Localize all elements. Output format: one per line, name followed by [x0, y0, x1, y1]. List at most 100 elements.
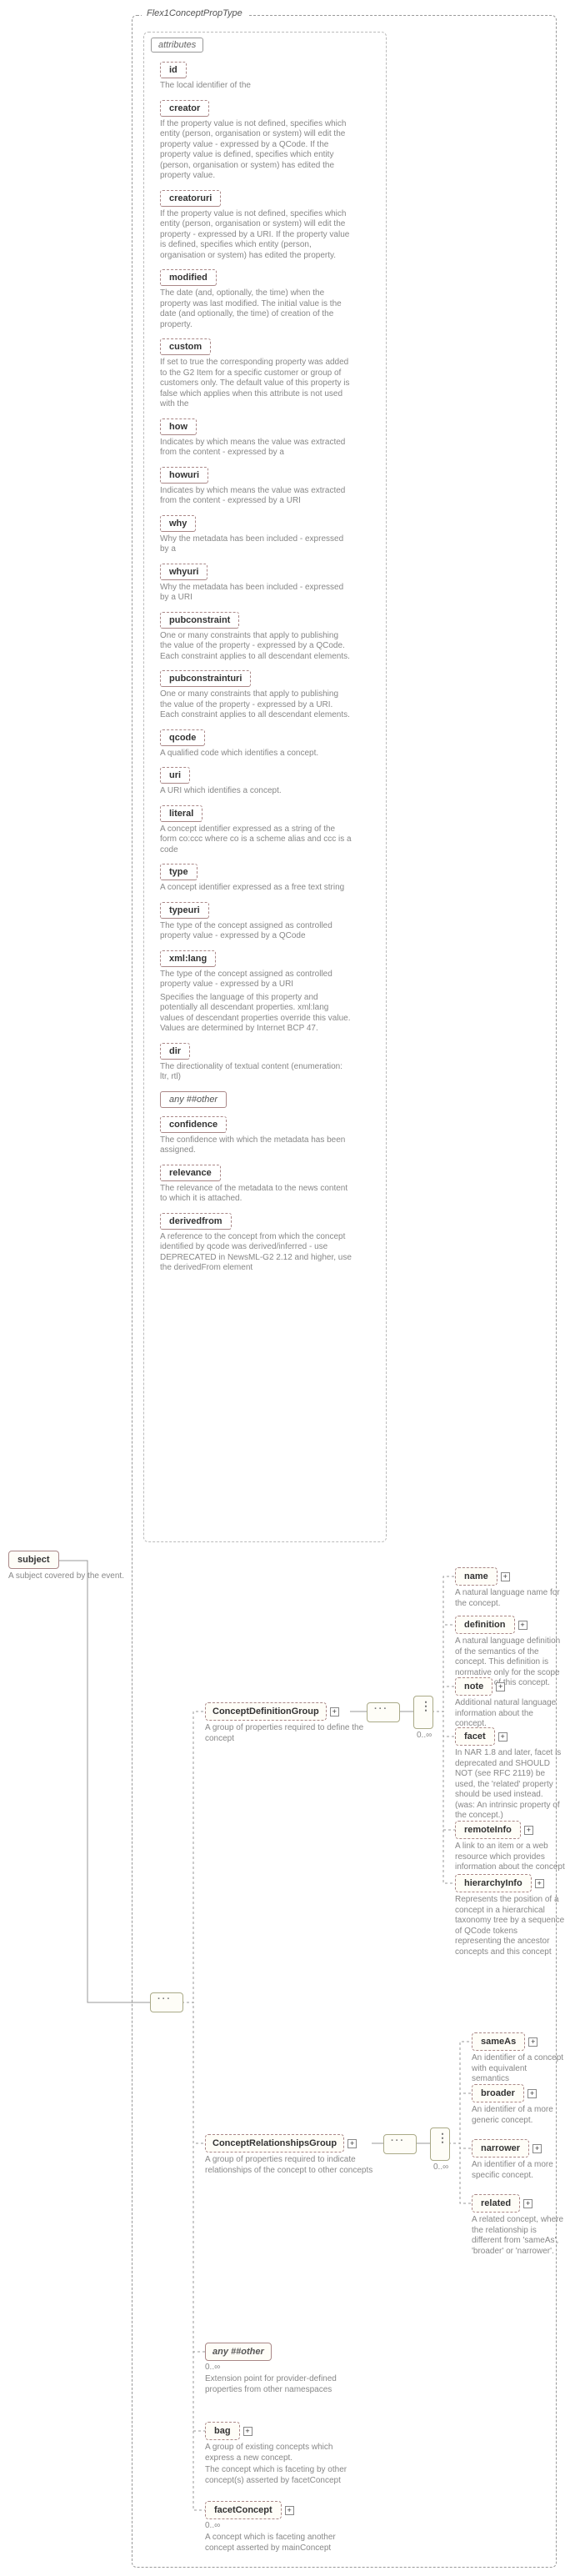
- attribute-desc: Why the metadata has been included - exp…: [160, 583, 352, 604]
- sequence-indicator: [367, 1702, 400, 1722]
- occurrence-range: 0..∞: [205, 2521, 363, 2530]
- sequence-indicator: [150, 1992, 183, 2012]
- choice-indicator: [413, 1696, 433, 1729]
- group-desc: A group of properties required to define…: [205, 1723, 380, 1744]
- expand-icon[interactable]: +: [498, 1732, 508, 1742]
- attributes-list: idThe local identifier of the creator If t…: [160, 62, 377, 1282]
- element-desc: Represents the position of a concept in …: [455, 1895, 565, 1957]
- attribute-desc: A qualified code which identifies a conc…: [160, 749, 352, 759]
- attribute-desc: A reference to the concept from which th…: [160, 1232, 352, 1274]
- attribute-name: dir: [160, 1043, 190, 1060]
- attribute-item: type A concept identifier expressed as a …: [160, 864, 377, 894]
- attribute-item: derivedfrom A reference to the concept fr…: [160, 1213, 377, 1274]
- attribute-desc: If the property value is not defined, sp…: [160, 209, 352, 262]
- child-element: related+A related concept, where the rel…: [472, 2194, 565, 2257]
- attribute-desc: The confidence with which the metadata h…: [160, 1135, 352, 1156]
- element-label: name: [455, 1567, 498, 1586]
- facet-concept-element: facetConcept+ 0..∞ A concept which is fa…: [205, 2501, 363, 2553]
- attribute-item: idThe local identifier of the: [160, 62, 377, 92]
- attribute-name: whyuri: [160, 564, 208, 580]
- element-label: definition: [455, 1616, 515, 1634]
- expand-icon[interactable]: +: [523, 2199, 532, 2208]
- element-desc: An identifier of a more generic concept.: [472, 2105, 565, 2126]
- child-element: name+A natural language name for the con…: [455, 1567, 565, 1609]
- attribute-desc: Indicates by which means the value was e…: [160, 486, 352, 507]
- element-desc: Additional natural language information …: [455, 1698, 565, 1730]
- attribute-item: whyuri Why the metadata has been included…: [160, 564, 377, 604]
- attribute-name: confidence: [160, 1116, 227, 1133]
- expand-icon[interactable]: +: [501, 1572, 510, 1581]
- attribute-desc: One or many constraints that apply to pu…: [160, 631, 352, 663]
- attribute-desc: If set to true the corresponding propert…: [160, 358, 352, 410]
- attribute-item: whyWhy the metadata has been included - …: [160, 515, 377, 555]
- type-title: Flex1ConceptPropType: [142, 8, 248, 18]
- attribute-name: type: [160, 864, 198, 880]
- child-element: narrower+An identifier of a more specifi…: [472, 2139, 565, 2181]
- attribute-item: pubconstrainturiOne or many constraints …: [160, 670, 377, 721]
- attribute-item: typeuri The type of the concept assigned …: [160, 902, 377, 942]
- element-label: facetConcept: [205, 2501, 282, 2519]
- expand-icon[interactable]: +: [496, 1682, 505, 1691]
- attribute-name: custom: [160, 338, 211, 355]
- element-label: hierarchyInfo: [455, 1874, 532, 1892]
- attribute-desc: A concept identifier expressed as a free…: [160, 883, 352, 894]
- occurrence-range: 0..∞: [417, 1731, 432, 1740]
- attribute-item: dirThe directionality of textual content…: [160, 1043, 377, 1083]
- attribute-desc: A URI which identifies a concept.: [160, 786, 352, 797]
- group-desc: A group of properties required to indica…: [205, 2155, 380, 2176]
- element-desc: An identifier of a concept with equivale…: [472, 2053, 565, 2085]
- element-desc: In NAR 1.8 and later, facet is deprecate…: [455, 1748, 565, 1822]
- element-desc: A group of existing concepts which expre…: [205, 2443, 363, 2463]
- any-other-element: any ##other 0..∞ Extension point for pro…: [205, 2343, 363, 2395]
- expand-icon[interactable]: +: [285, 2506, 294, 2515]
- attribute-name: literal: [160, 805, 202, 822]
- element-label: sameAs: [472, 2032, 525, 2051]
- attribute-desc: The type of the concept assigned as cont…: [160, 970, 352, 990]
- attribute-item: howuri Indicates by which means the value…: [160, 467, 377, 507]
- group-label: ConceptDefinitionGroup: [205, 1702, 327, 1721]
- wildcard-label: any ##other: [205, 2343, 272, 2361]
- expand-icon[interactable]: +: [528, 2089, 537, 2098]
- element-label: related: [472, 2194, 520, 2213]
- subject-desc: A subject covered by the event.: [8, 1571, 124, 1582]
- attribute-desc: The date (and, optionally, the time) whe…: [160, 288, 352, 330]
- element-label: facet: [455, 1727, 495, 1746]
- attribute-desc: The relevance of the metadata to the new…: [160, 1184, 352, 1205]
- child-element: facet+ In NAR 1.8 and later, facet is dep…: [455, 1727, 565, 1822]
- attribute-item: qcodeA qualified code which identifies a…: [160, 729, 377, 759]
- attribute-name: howuri: [160, 467, 208, 484]
- attribute-item: relevanceThe relevance of the metadata t…: [160, 1165, 377, 1205]
- occurrence-range: 0..∞: [433, 2163, 448, 2172]
- concept-definition-group: ConceptDefinitionGroup+ A group of prope…: [205, 1702, 380, 1744]
- expand-icon[interactable]: +: [518, 1621, 528, 1630]
- attribute-name: creator: [160, 100, 209, 117]
- element-desc: A link to an item or a web resource whic…: [455, 1842, 565, 1873]
- attribute-desc: Specifies the language of this property …: [160, 993, 352, 1035]
- attribute-name: typeuri: [160, 902, 209, 919]
- element-label: remoteInfo: [455, 1821, 521, 1839]
- attribute-desc: A concept identifier expressed as a stri…: [160, 824, 352, 856]
- attribute-desc: The type of the concept assigned as cont…: [160, 921, 352, 942]
- bag-element: bag+ A group of existing concepts which …: [205, 2422, 363, 2486]
- subject-element: subject: [8, 1551, 59, 1569]
- attribute-item: literal A concept identifier expressed as…: [160, 805, 377, 856]
- subject-node: subject A subject covered by the event.: [8, 1551, 124, 1582]
- expand-icon[interactable]: +: [524, 1826, 533, 1835]
- attribute-item: custom If set to true the corresponding p…: [160, 338, 377, 410]
- attribute-desc: If the property value is not defined, sp…: [160, 119, 352, 182]
- expand-icon[interactable]: +: [528, 2037, 538, 2047]
- element-label: narrower: [472, 2139, 529, 2158]
- attribute-name: derivedfrom: [160, 1213, 232, 1230]
- expand-icon[interactable]: +: [243, 2427, 252, 2436]
- attribute-name: pubconstrainturi: [160, 670, 251, 687]
- group-label: ConceptRelationshipsGroup: [205, 2134, 344, 2153]
- attribute-item: uriA URI which identifies a concept.: [160, 767, 377, 797]
- expand-icon[interactable]: +: [532, 2144, 542, 2153]
- expand-icon[interactable]: +: [330, 1707, 339, 1716]
- attribute-item: creatoruriIf the property value is not d…: [160, 190, 377, 262]
- attributes-title: attributes: [151, 38, 203, 53]
- sequence-indicator: [383, 2134, 417, 2154]
- expand-icon[interactable]: +: [535, 1879, 544, 1888]
- child-element: hierarchyInfo+ Represents the position of…: [455, 1874, 565, 1957]
- expand-icon[interactable]: +: [348, 2139, 357, 2148]
